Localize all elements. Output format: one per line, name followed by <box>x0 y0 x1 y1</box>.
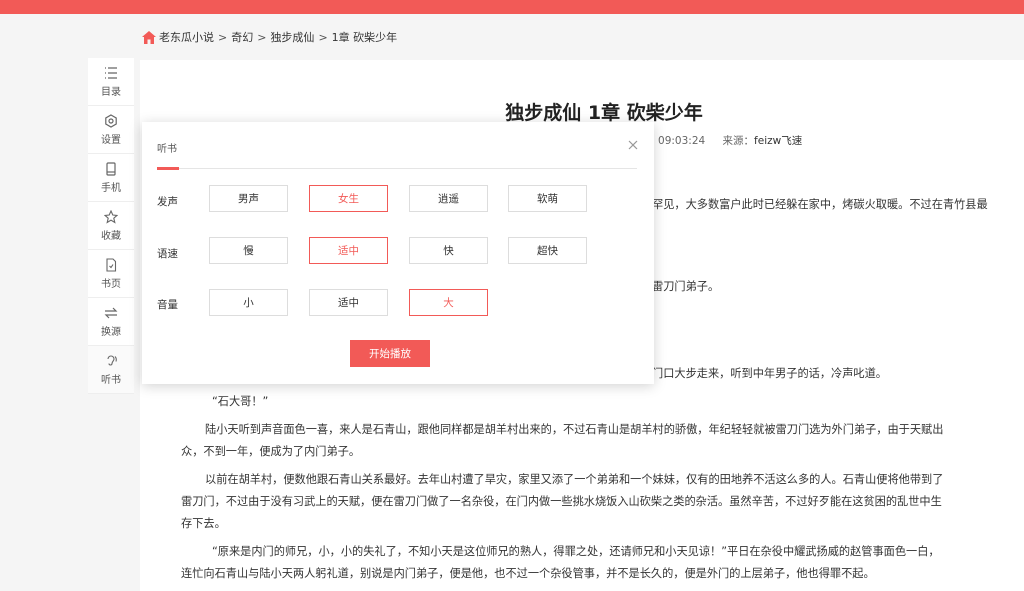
voice-option-male[interactable]: 男声 <box>209 185 288 212</box>
paragraph-fragment: 罕见，大多数富户此时已经躲在家中，烤碳火取暖。不过在青竹县最 <box>652 198 988 211</box>
voice-option-xiaoyao[interactable]: 逍遥 <box>409 185 488 212</box>
voice-label: 发声 <box>157 196 178 208</box>
list-icon <box>105 66 117 79</box>
sidebar-item-label: 换源 <box>101 326 121 338</box>
chapter-source-value: feizw飞速 <box>754 135 803 147</box>
sidebar-item-label: 收藏 <box>101 230 121 242</box>
top-accent-bar <box>0 0 1024 14</box>
speed-option-slow[interactable]: 慢 <box>209 237 288 264</box>
tts-panel: 听书 发声 男声 女生 逍遥 软萌 语速 慢 适中 快 超快 音量 小 适中 大… <box>142 122 654 384</box>
paragraph: “石大哥！” <box>212 395 269 408</box>
sidebar-item-favorite[interactable]: 收藏 <box>88 202 134 250</box>
sidebar-item-book-page[interactable]: 书页 <box>88 250 134 298</box>
breadcrumb-site-link[interactable]: 老东瓜小说 <box>159 29 214 45</box>
sidebar-item-label: 书页 <box>101 278 121 290</box>
paragraph: 连忙向石青山与陆小天两人躬礼道，别说是内门弟子，便是他，也不过一个杂役管事，并不… <box>181 567 875 580</box>
chapter-source-label: 来源： <box>722 135 755 147</box>
sidebar-item-label: 设置 <box>101 134 121 146</box>
reader-sidebar: 目录 设置 手机 收藏 书页 换源 听书 <box>88 58 134 394</box>
breadcrumb: 老东瓜小说 > 奇幻 > 独步成仙 > 1章 砍柴少年 <box>142 29 397 45</box>
breadcrumb-separator: > <box>218 30 228 44</box>
breadcrumb-category-link[interactable]: 奇幻 <box>231 29 253 45</box>
paragraph: 以前在胡羊村，便数他跟石青山关系最好。去年山村遭了旱灾，家里又添了一个弟弟和一个… <box>205 473 944 486</box>
paragraph: 陆小天听到声音面色一喜，来人是石青山，跟他同样都是胡羊村出来的，不过石青山是胡羊… <box>205 423 944 436</box>
star-icon <box>104 209 118 224</box>
volume-label: 音量 <box>157 299 178 311</box>
sidebar-item-switch-source[interactable]: 换源 <box>88 298 134 346</box>
divider <box>157 168 637 169</box>
paragraph: “原来是内门的师兄，小，小的失礼了，不知小天是这位师兄的熟人，得罪之处，还请师兄… <box>212 545 940 558</box>
chapter-meta: 7 09:03:24 来源：feizw飞速 <box>648 133 802 148</box>
sidebar-item-phone[interactable]: 手机 <box>88 154 134 202</box>
home-icon[interactable] <box>142 30 156 44</box>
voice-option-female[interactable]: 女生 <box>309 185 388 212</box>
speed-label: 语速 <box>157 248 178 260</box>
close-icon[interactable] <box>626 138 640 152</box>
breadcrumb-book-link[interactable]: 独步成仙 <box>270 29 314 45</box>
paragraph: 雷刀门，不过由于没有习武上的天赋，便在雷刀门做了一名杂役，在门内做一些挑水烧饭入… <box>181 495 942 508</box>
chapter-title: 独步成仙 1章 砍柴少年 <box>505 102 703 124</box>
sidebar-item-label: 手机 <box>101 182 121 194</box>
paragraph-fragment: 门口大步走来，听到中年男子的话，冷声叱道。 <box>652 367 887 380</box>
start-playback-button[interactable]: 开始播放 <box>350 340 430 367</box>
breadcrumb-chapter: 1章 砍柴少年 <box>331 31 398 44</box>
volume-option-low[interactable]: 小 <box>209 289 288 316</box>
listen-icon <box>107 355 117 365</box>
paragraph: 众，不到一年，便成为了内门弟子。 <box>181 445 361 458</box>
voice-option-cute[interactable]: 软萌 <box>508 185 587 212</box>
speed-option-medium[interactable]: 适中 <box>309 237 388 264</box>
breadcrumb-separator: > <box>257 30 267 44</box>
volume-option-medium[interactable]: 适中 <box>309 289 388 316</box>
swap-icon <box>104 307 118 318</box>
gear-icon <box>105 113 117 128</box>
breadcrumb-separator: > <box>318 30 328 44</box>
book-page-icon <box>106 257 117 272</box>
paragraph: 存下去。 <box>181 517 226 530</box>
chapter-update-time: 7 09:03:24 <box>648 135 706 147</box>
active-tab-indicator <box>157 167 179 170</box>
speed-option-fast[interactable]: 快 <box>409 237 488 264</box>
volume-option-high[interactable]: 大 <box>409 289 488 316</box>
tab-listen[interactable]: 听书 <box>157 140 177 155</box>
sidebar-item-toc[interactable]: 目录 <box>88 58 134 106</box>
sidebar-item-label: 听书 <box>101 374 121 386</box>
paragraph-fragment: 雷刀门弟子。 <box>652 280 720 293</box>
speed-option-super-fast[interactable]: 超快 <box>508 237 587 264</box>
phone-icon <box>106 161 116 176</box>
sidebar-item-listen[interactable]: 听书 <box>88 346 134 394</box>
sidebar-item-settings[interactable]: 设置 <box>88 106 134 154</box>
sidebar-item-label: 目录 <box>101 86 121 98</box>
